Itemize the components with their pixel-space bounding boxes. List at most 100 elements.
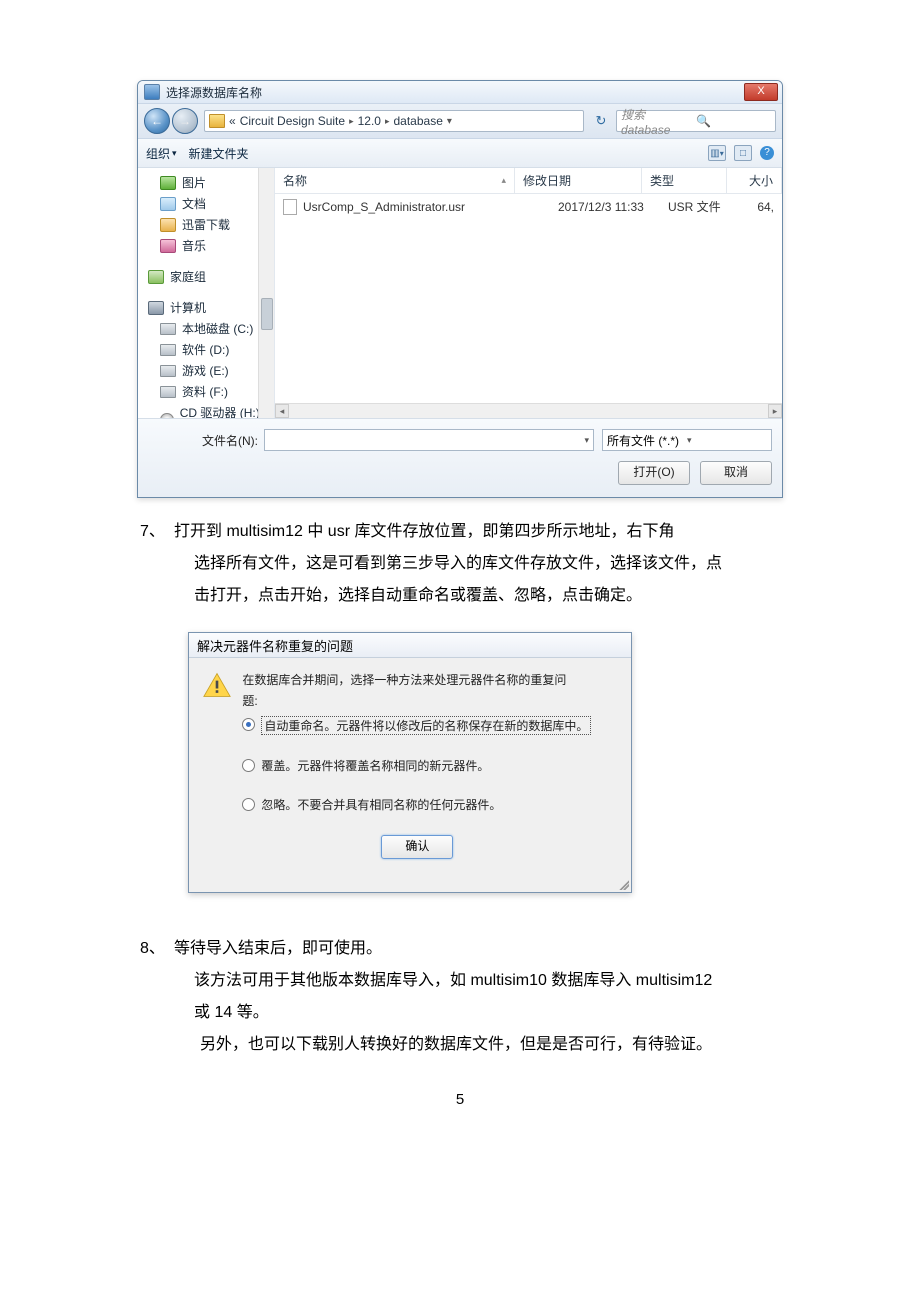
option-label: 忽略。不要合并具有相同名称的任何元器件。 [261, 796, 501, 813]
breadcrumb-seg[interactable]: 12.0 [358, 114, 381, 128]
sidebar-item-documents[interactable]: 文档 [138, 193, 274, 214]
chevron-down-icon: ▾ [720, 149, 724, 158]
file-open-dialog: 选择源数据库名称 X ← → « Circuit Design Suite ▸ … [137, 80, 783, 498]
help-button[interactable]: ? [760, 146, 774, 160]
drive-icon [160, 344, 176, 356]
chevron-down-icon[interactable]: ▾ [584, 435, 589, 446]
step-text: 或 14 等。 [194, 1004, 269, 1021]
option-ignore[interactable]: 忽略。不要合并具有相同名称的任何元器件。 [242, 796, 592, 813]
breadcrumb-prefix: « [229, 114, 236, 128]
radio-icon[interactable] [242, 759, 255, 772]
chevron-right-icon: ▸ [349, 116, 354, 127]
breadcrumb[interactable]: « Circuit Design Suite ▸ 12.0 ▸ database… [204, 110, 584, 132]
breadcrumb-dropdown[interactable]: ▾ [447, 116, 452, 127]
cancel-button[interactable]: 取消 [700, 461, 772, 485]
sidebar-scrollbar[interactable] [258, 168, 274, 418]
file-date: 2017/12/3 11:33 [558, 200, 668, 214]
option-label: 自动重命名。元器件将以修改后的名称保存在新的数据库中。 [261, 716, 591, 735]
radio-icon[interactable] [242, 798, 255, 811]
step-8: 8、等待导入结束后，即可使用。 该方法可用于其他版本数据库导入，如 multis… [140, 933, 800, 1061]
warning-icon [203, 672, 231, 698]
step-text: 另外，也可以下载别人转换好的数据库文件，但是是否可行，有待验证。 [200, 1036, 712, 1053]
refresh-button[interactable]: ↻ [592, 112, 610, 130]
downloads-icon [160, 218, 176, 232]
chevron-down-icon[interactable]: ▾ [687, 435, 767, 446]
file-icon [283, 199, 297, 215]
conflict-dialog: 解决元器件名称重复的问题 在数据库合并期间，选择一种方法来处理元器件名称的重复问… [188, 632, 632, 893]
conflict-dialog-title[interactable]: 解决元器件名称重复的问题 [189, 633, 631, 658]
conflict-message: 在数据库合并期间，选择一种方法来处理元器件名称的重复问 [242, 672, 592, 689]
dialog-titlebar[interactable]: 选择源数据库名称 X [138, 81, 782, 103]
file-size: 64, [736, 200, 774, 214]
dialog-title: 选择源数据库名称 [166, 84, 262, 101]
forward-button[interactable]: → [172, 108, 198, 134]
sidebar-item-music[interactable]: 音乐 [138, 235, 274, 256]
open-button[interactable]: 打开(O) [618, 461, 690, 485]
breadcrumb-seg[interactable]: database [393, 114, 442, 128]
page-number: 5 [100, 1091, 820, 1108]
sidebar-item-drive-f[interactable]: 资料 (F:) [138, 381, 274, 402]
column-type[interactable]: 类型 [642, 168, 727, 193]
dialog-footer: 文件名(N): ▾ 所有文件 (*.*) ▾ 打开(O) 取消 [138, 418, 782, 497]
radio-icon[interactable] [242, 718, 255, 731]
new-folder-button[interactable]: 新建文件夹 [189, 145, 249, 162]
scroll-left-icon[interactable]: ◂ [275, 404, 289, 418]
cd-icon [160, 413, 174, 419]
back-button[interactable]: ← [144, 108, 170, 134]
file-row[interactable]: UsrComp_S_Administrator.usr 2017/12/3 11… [275, 194, 782, 219]
dialog-icon [144, 84, 160, 100]
documents-icon [160, 197, 176, 211]
column-date[interactable]: 修改日期 [515, 168, 642, 193]
pictures-icon [160, 176, 176, 190]
step-text: 打开到 multisim12 中 usr 库文件存放位置，即第四步所示地址，右下… [174, 523, 674, 540]
column-size[interactable]: 大小 [727, 168, 782, 193]
step-text: 击打开，点击开始，选择自动重命名或覆盖、忽略，点击确定。 [194, 587, 642, 604]
sidebar-item-pictures[interactable]: 图片 [138, 172, 274, 193]
option-overwrite[interactable]: 覆盖。元器件将覆盖名称相同的新元器件。 [242, 757, 592, 774]
chevron-right-icon: ▸ [385, 116, 390, 127]
list-number: 7、 [140, 516, 174, 548]
column-name[interactable]: 名称▴ [275, 168, 515, 193]
computer-icon [148, 301, 164, 315]
file-list: 名称▴ 修改日期 类型 大小 UsrComp_S_Administrator.u… [275, 168, 782, 418]
confirm-button[interactable]: 确认 [381, 835, 453, 859]
step-7: 7、打开到 multisim12 中 usr 库文件存放位置，即第四步所示地址，… [140, 516, 800, 612]
filename-label: 文件名(N): [148, 432, 264, 449]
preview-pane-button[interactable]: □ [734, 145, 752, 161]
sidebar-item-downloads[interactable]: 迅雷下载 [138, 214, 274, 235]
sidebar-item-drive-c[interactable]: 本地磁盘 (C:) [138, 318, 274, 339]
filter-value: 所有文件 (*.*) [607, 432, 687, 449]
sidebar-item-drive-d[interactable]: 软件 (D:) [138, 339, 274, 360]
folder-icon [209, 114, 225, 128]
music-icon [160, 239, 176, 253]
step-text: 等待导入结束后，即可使用。 [174, 940, 382, 957]
sidebar-item-cd-drive[interactable]: CD 驱动器 (H:) 2 [138, 402, 274, 418]
chevron-down-icon: ▾ [172, 148, 177, 159]
close-button[interactable]: X [744, 83, 778, 101]
sidebar-item-homegroup[interactable]: 家庭组 [138, 266, 274, 287]
search-input[interactable]: 搜索 database 🔍 [616, 110, 776, 132]
list-number: 8、 [140, 933, 174, 965]
homegroup-icon [148, 270, 164, 284]
file-type: USR 文件 [668, 198, 736, 215]
file-name: UsrComp_S_Administrator.usr [303, 200, 465, 214]
option-label: 覆盖。元器件将覆盖名称相同的新元器件。 [261, 757, 489, 774]
view-button[interactable]: ▥ ▾ [708, 145, 726, 161]
scroll-right-icon[interactable]: ▸ [768, 404, 782, 418]
conflict-message: 题: [242, 693, 592, 710]
drive-icon [160, 323, 176, 335]
sidebar-item-computer[interactable]: 计算机 [138, 297, 274, 318]
file-type-filter[interactable]: 所有文件 (*.*) ▾ [602, 429, 772, 451]
breadcrumb-seg[interactable]: Circuit Design Suite [240, 114, 345, 128]
resize-grip[interactable] [617, 878, 629, 890]
filename-input[interactable]: ▾ [264, 429, 594, 451]
drive-icon [160, 386, 176, 398]
step-text: 该方法可用于其他版本数据库导入，如 multisim10 数据库导入 multi… [194, 972, 712, 989]
sidebar-item-drive-e[interactable]: 游戏 (E:) [138, 360, 274, 381]
sidebar: 图片 文档 迅雷下载 音乐 家庭组 计算机 本地磁盘 (C:) 软件 (D:) … [138, 168, 275, 418]
horizontal-scrollbar[interactable]: ◂ ▸ [275, 403, 782, 418]
file-list-header[interactable]: 名称▴ 修改日期 类型 大小 [275, 168, 782, 194]
option-auto-rename[interactable]: 自动重命名。元器件将以修改后的名称保存在新的数据库中。 [242, 716, 592, 735]
toolbar: 组织 ▾ 新建文件夹 ▥ ▾ □ ? [138, 139, 782, 168]
organize-button[interactable]: 组织 ▾ [146, 145, 177, 162]
